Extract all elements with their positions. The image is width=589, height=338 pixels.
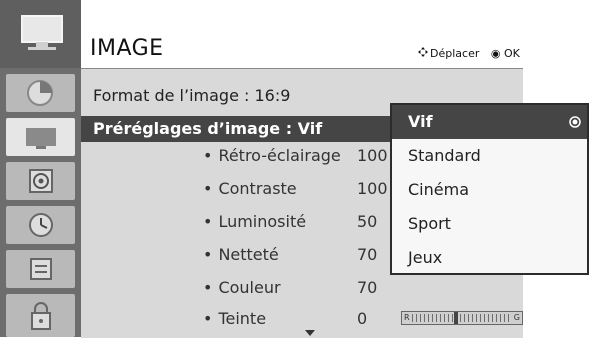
- preset-option-vif[interactable]: Vif: [392, 105, 587, 139]
- tint-slider[interactable]: R G: [401, 311, 523, 325]
- setting-value: 70: [357, 245, 378, 264]
- picture-presets-label: Préréglages d’image : Vif: [93, 119, 323, 138]
- setting-label: Teinte: [218, 309, 267, 328]
- setting-color[interactable]: • Couleur: [203, 278, 281, 297]
- setting-label: Couleur: [218, 278, 281, 297]
- radio-selected-icon: [569, 116, 581, 128]
- rail-item-picture-mode[interactable]: [6, 74, 75, 112]
- setting-contrast[interactable]: • Contraste: [203, 179, 297, 198]
- option-label: Cinéma: [408, 180, 469, 199]
- format-label: Format de l’image : 16:9: [93, 86, 291, 105]
- rail-item-audio[interactable]: [6, 162, 75, 200]
- rail-item-image[interactable]: [6, 118, 75, 156]
- setting-value: 100: [357, 179, 388, 198]
- scroll-down-arrow-icon[interactable]: [305, 330, 315, 336]
- time-icon: [29, 213, 53, 237]
- option-icon: [30, 258, 52, 280]
- preset-option-sport[interactable]: Sport: [392, 207, 587, 241]
- setting-value: 70: [357, 278, 378, 297]
- screen-icon: [26, 128, 56, 149]
- page-title: IMAGE: [90, 36, 164, 61]
- rail-item-option[interactable]: [6, 250, 75, 288]
- slider-ticks: [412, 314, 512, 322]
- setting-label: Rétro-éclairage: [218, 146, 341, 165]
- category-rail: [0, 0, 81, 337]
- setting-value: 100: [357, 146, 388, 165]
- tv-settings-screen: IMAGE Déplacer ◉ OK Format de l’image : …: [0, 0, 589, 338]
- dpad-icon: [418, 47, 428, 60]
- rail-item-time[interactable]: [6, 206, 75, 244]
- setting-backlight[interactable]: • Rétro-éclairage: [203, 146, 341, 165]
- slider-right-label: G: [513, 313, 520, 322]
- preset-option-cinema[interactable]: Cinéma: [392, 173, 587, 207]
- lock-icon: [31, 302, 51, 330]
- setting-value: 0: [357, 309, 368, 328]
- rail-header: [0, 0, 81, 68]
- slider-left-label: R: [404, 313, 410, 322]
- tv-icon: [21, 15, 63, 50]
- ok-button-icon: ◉: [490, 47, 501, 60]
- setting-sharpness[interactable]: • Netteté: [203, 245, 279, 264]
- setting-label: Luminosité: [218, 212, 307, 231]
- slider-knob[interactable]: [454, 312, 458, 324]
- picture-presets-row[interactable]: Préréglages d’image : Vif: [81, 116, 393, 142]
- navigation-hint: Déplacer ◉ OK: [418, 47, 520, 60]
- preset-option-jeux[interactable]: Jeux: [392, 241, 587, 275]
- hint-ok-label: OK: [503, 47, 520, 60]
- setting-label: Netteté: [218, 245, 279, 264]
- option-label: Jeux: [408, 248, 443, 267]
- preset-option-standard[interactable]: Standard: [392, 139, 587, 173]
- picture-icon: [27, 80, 53, 106]
- setting-brightness[interactable]: • Luminosité: [203, 212, 306, 231]
- hint-move-label: Déplacer: [430, 47, 480, 60]
- setting-value: 50: [357, 212, 378, 231]
- option-label: Vif: [408, 112, 433, 131]
- option-label: Standard: [408, 146, 481, 165]
- picture-preset-dropdown[interactable]: Vif Standard Cinéma Sport Jeux: [390, 103, 589, 275]
- setting-label: Contraste: [218, 179, 297, 198]
- format-value: : 16:9: [244, 86, 291, 105]
- option-label: Sport: [408, 214, 451, 233]
- rail-item-lock[interactable]: [6, 294, 75, 337]
- setting-tint[interactable]: • Teinte: [203, 309, 266, 328]
- audio-icon: [29, 169, 53, 193]
